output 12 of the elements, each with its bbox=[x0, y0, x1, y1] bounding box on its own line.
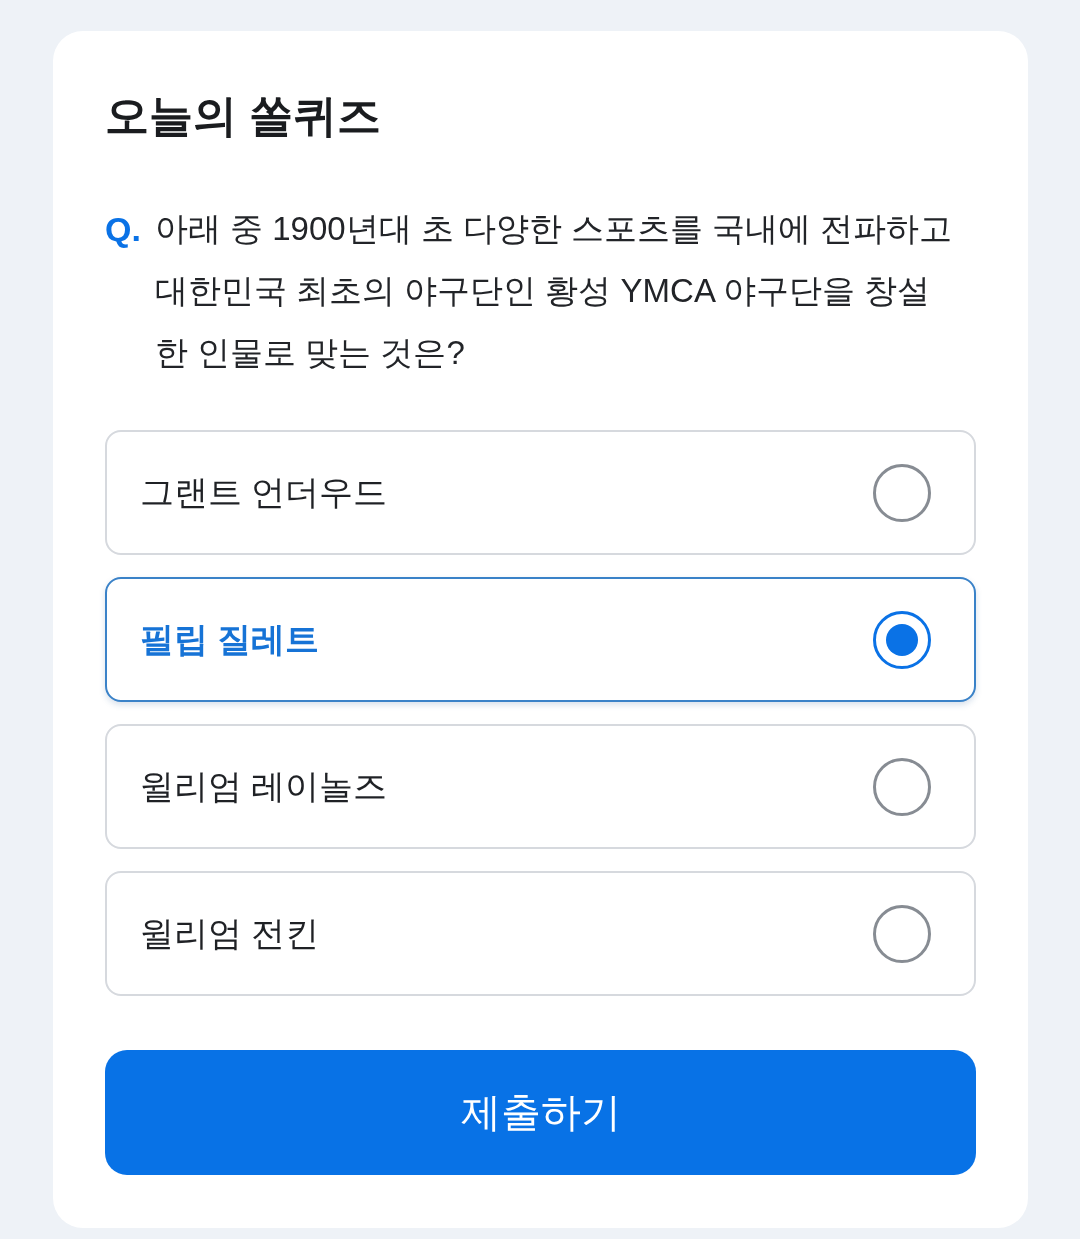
answer-option[interactable]: 그랜트 언더우드 bbox=[105, 430, 976, 555]
submit-button[interactable]: 제출하기 bbox=[105, 1050, 976, 1175]
answer-option[interactable]: 필립 질레트 bbox=[105, 577, 976, 702]
radio-button-icon[interactable] bbox=[873, 610, 931, 669]
answer-option[interactable]: 윌리엄 전킨 bbox=[105, 871, 976, 996]
radio-button-icon[interactable] bbox=[873, 757, 931, 816]
answer-option[interactable]: 윌리엄 레이놀즈 bbox=[105, 724, 976, 849]
question-marker: Q. bbox=[105, 209, 141, 250]
radio-button-icon[interactable] bbox=[873, 904, 931, 963]
radio-button-icon[interactable] bbox=[873, 463, 931, 522]
quiz-title: 오늘의 쏠퀴즈 bbox=[105, 90, 382, 142]
question-text: 아래 중 1900년대 초 다양한 스포츠를 국내에 전파하고 대한민국 최초의 야구단인 황성 YMCA 야구단을 창설한 인물로 맞는 것은? bbox=[154, 209, 954, 373]
